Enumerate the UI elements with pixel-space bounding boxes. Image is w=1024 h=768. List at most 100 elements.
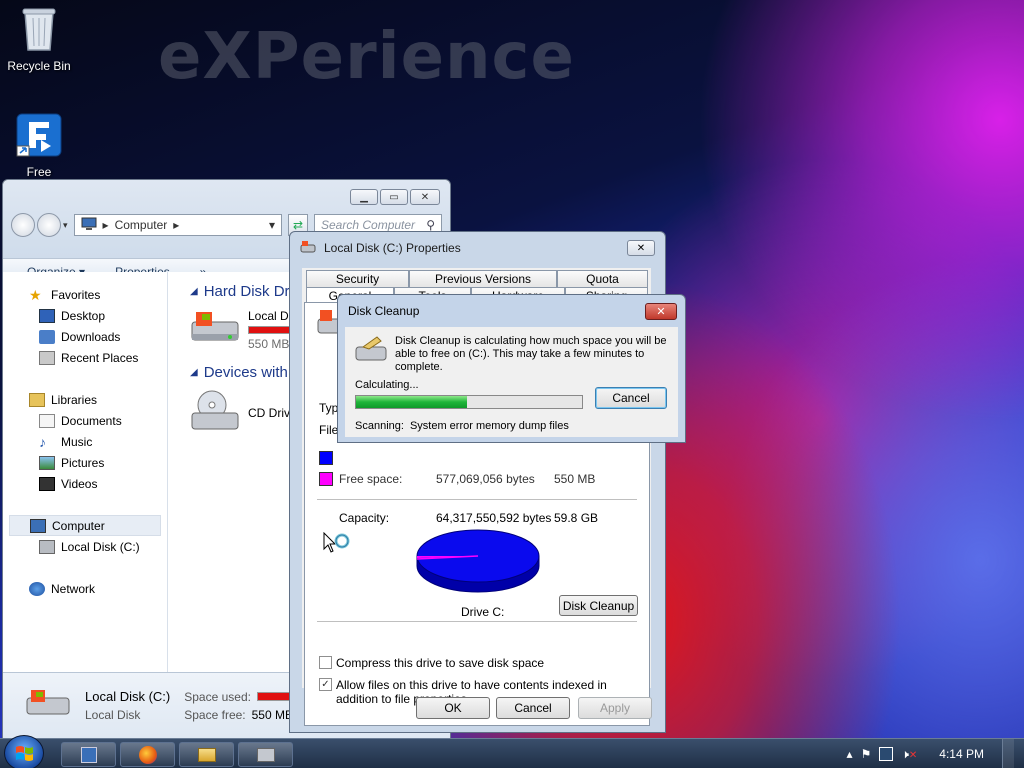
disk-cleanup-close-button[interactable]: ✕: [645, 303, 677, 320]
clock[interactable]: 4:14 PM: [939, 747, 984, 761]
index-checkbox[interactable]: ✓: [319, 678, 332, 691]
address-crumb-computer[interactable]: Computer: [115, 218, 168, 232]
videos-icon: [39, 476, 55, 491]
nav-recent-places[interactable]: Recent Places: [3, 347, 167, 368]
nav-favorites[interactable]: ★ Favorites: [3, 284, 167, 305]
free-label: Free: [26, 165, 52, 179]
nav-desktop[interactable]: Desktop: [3, 305, 167, 326]
drive-c-label: Drive C:: [461, 605, 505, 619]
space-used-label: Space used:: [184, 689, 251, 704]
cd-drive-icon: [190, 389, 240, 436]
disk-cleanup-cancel-button[interactable]: Cancel: [595, 387, 667, 409]
free-desktop-icon[interactable]: Free: [4, 112, 74, 179]
navigation-pane: ★ Favorites Desktop Downloads Recent Plac…: [3, 272, 168, 674]
start-button[interactable]: [4, 735, 44, 768]
downloads-icon: [39, 329, 55, 344]
minimize-icon: ▁: [360, 191, 368, 203]
tab-security[interactable]: Security: [306, 270, 409, 287]
busy-cursor-icon: [323, 532, 350, 553]
free-space-row: Free space: 577,069,056 bytes 550 MB: [319, 472, 595, 486]
disk-cleanup-taskbar-icon: [256, 747, 275, 762]
details-drive-name: Local Disk (C:): [85, 688, 171, 704]
wallpaper-watermark: eXPerience: [158, 20, 575, 94]
capacity-row: Capacity: 64,317,550,592 bytes 59.8 GB: [339, 511, 598, 525]
network-tray-icon[interactable]: [879, 747, 894, 761]
drive-small-icon: [300, 240, 316, 256]
free-app-icon: [4, 112, 74, 161]
scanning-label: Scanning:: [355, 420, 404, 432]
windows-logo-icon: [16, 746, 33, 761]
firefox-icon: [138, 745, 157, 764]
properties-close-button[interactable]: ✕: [627, 240, 655, 256]
nav-downloads[interactable]: Downloads: [3, 326, 167, 347]
desktop-icon: [39, 308, 55, 323]
free-space-label: Free space:: [339, 472, 403, 486]
tab-quota[interactable]: Quota: [557, 270, 648, 287]
disk-cleanup-message: Disk Cleanup is calculating how much spa…: [395, 335, 667, 373]
used-space-row: [319, 451, 333, 465]
taskbar-firefox-button[interactable]: [120, 742, 175, 767]
nav-local-disk[interactable]: Local Disk (C:): [3, 536, 167, 557]
disk-cleanup-progress-bar: [355, 395, 583, 409]
nav-computer[interactable]: Computer: [9, 515, 161, 536]
filesystem-row: File: [319, 423, 339, 437]
compress-checkbox-row[interactable]: Compress this drive to save disk space: [319, 656, 544, 670]
ok-button[interactable]: OK: [416, 697, 490, 719]
disk-cleanup-dialog: Disk Cleanup ✕ Disk Cleanup is calculati…: [337, 294, 686, 443]
network-icon: [29, 581, 45, 596]
volume-muted-icon[interactable]: 🕨✕: [901, 747, 917, 762]
taskbar-virtualbox-button[interactable]: [61, 742, 116, 767]
space-free-label: Space free:: [184, 707, 246, 722]
action-center-flag-icon[interactable]: ⚑: [861, 747, 872, 761]
hard-drive-icon: [190, 308, 240, 351]
star-icon: ★: [29, 286, 42, 303]
close-button[interactable]: ✕: [410, 189, 440, 205]
chevron-right-icon: ▸: [173, 218, 180, 232]
taskbar-disk-cleanup-button[interactable]: [238, 742, 293, 767]
nav-documents[interactable]: Documents: [3, 410, 167, 431]
disk-cleanup-title: Disk Cleanup: [348, 304, 420, 318]
close-icon: ✕: [420, 191, 430, 203]
minimize-button[interactable]: ▁: [350, 189, 378, 205]
properties-title: Local Disk (C:) Properties: [324, 241, 461, 255]
disk-usage-pie-chart: [416, 529, 540, 593]
back-button[interactable]: [11, 213, 35, 237]
show-hidden-icons-button[interactable]: ▴: [847, 747, 853, 761]
address-bar[interactable]: ▸ Computer ▸ ▾: [73, 214, 282, 236]
forward-button[interactable]: [37, 213, 61, 237]
nav-pictures[interactable]: Pictures: [3, 452, 167, 473]
nav-libraries[interactable]: Libraries: [3, 389, 167, 410]
tab-previous-versions[interactable]: Previous Versions: [409, 270, 557, 287]
search-icon: ⚲: [426, 218, 435, 232]
free-space-color-swatch: [319, 472, 333, 486]
recent-pages-dropdown[interactable]: ▾: [63, 220, 68, 231]
nav-videos[interactable]: Videos: [3, 473, 167, 494]
taskbar-explorer-button[interactable]: [179, 742, 234, 767]
chevron-right-icon: ▸: [102, 218, 109, 232]
details-drive-type: Local Disk: [85, 707, 141, 722]
drive-icon: [39, 539, 55, 554]
disk-cleanup-button[interactable]: Disk Cleanup: [559, 595, 638, 616]
space-free-value: 550 MB: [251, 707, 293, 722]
close-icon: ✕: [636, 242, 646, 254]
recycle-bin-label: Recycle Bin: [7, 59, 71, 73]
properties-cancel-button[interactable]: Cancel: [496, 697, 570, 719]
calculating-label: Calculating...: [355, 379, 419, 391]
show-desktop-button[interactable]: [1002, 739, 1014, 768]
address-dropdown-icon[interactable]: ▾: [269, 218, 275, 232]
capacity-gb: 59.8 GB: [554, 511, 599, 525]
close-icon: ✕: [656, 306, 666, 318]
computer-icon: [81, 217, 97, 234]
nav-network[interactable]: Network: [3, 578, 167, 599]
type-row: Typ: [319, 401, 339, 415]
documents-icon: [39, 413, 55, 428]
free-space-bytes: 577,069,056 bytes: [436, 472, 535, 486]
compress-checkbox[interactable]: [319, 656, 332, 669]
computer-icon: [30, 518, 46, 533]
collapse-triangle-icon: ◢: [190, 285, 198, 297]
search-placeholder: Search Computer: [321, 218, 416, 232]
maximize-button[interactable]: ▭: [380, 189, 408, 205]
recycle-bin-desktop-icon[interactable]: Recycle Bin: [4, 6, 74, 73]
nav-music[interactable]: ♪ Music: [3, 431, 167, 452]
apply-button[interactable]: Apply: [578, 697, 652, 719]
